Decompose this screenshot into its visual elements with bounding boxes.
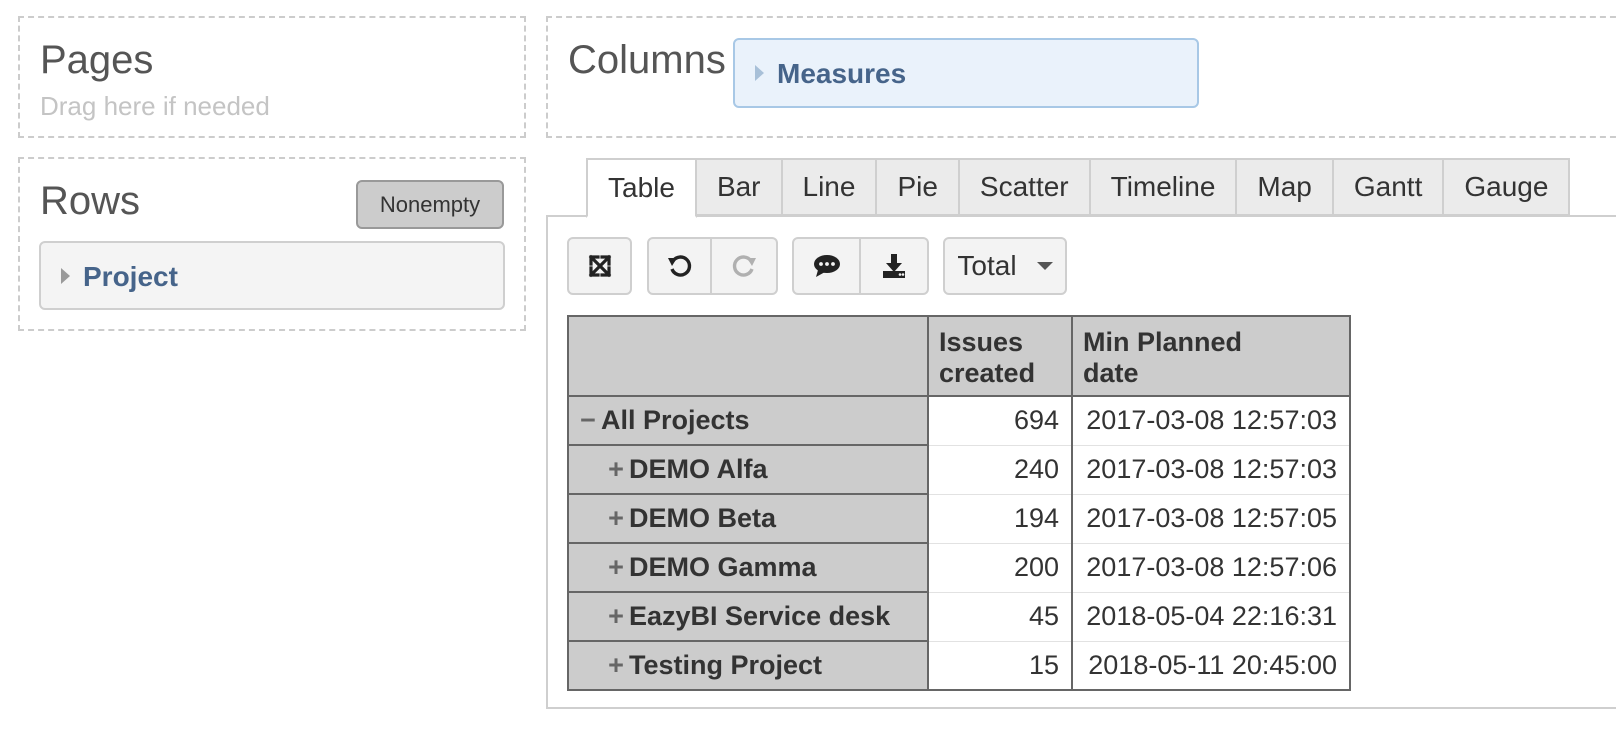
row-header[interactable]: + DEMO Beta — [567, 493, 929, 544]
header-min-planned-date[interactable]: Min Planned date — [1071, 315, 1351, 397]
table-row: + Testing Project 15 2018-05-11 20:45:00 — [567, 640, 1351, 691]
header-line: date — [1083, 358, 1139, 388]
measures-label: Measures — [777, 58, 907, 89]
expand-icon[interactable]: + — [605, 503, 627, 534]
pages-title: Pages — [40, 38, 154, 82]
nonempty-button[interactable]: Nonempty — [356, 180, 504, 229]
results-table: Issues created Min Planned date − All Pro… — [567, 315, 1351, 691]
issues-created-cell: 15 — [928, 641, 1073, 691]
expand-icon[interactable]: + — [605, 454, 627, 485]
comment-button[interactable] — [792, 237, 861, 295]
table-header-row: Issues created Min Planned date — [567, 315, 1351, 397]
tab-line[interactable]: Line — [782, 158, 878, 216]
issues-created-cell: 694 — [928, 396, 1073, 446]
total-dropdown[interactable]: Total — [943, 237, 1067, 295]
row-label: DEMO Beta — [629, 503, 777, 533]
table-row: + EazyBI Service desk 45 2018-05-04 22:16… — [567, 591, 1351, 642]
issues-created-cell: 240 — [928, 445, 1073, 495]
expand-arrow-icon[interactable] — [755, 65, 764, 81]
fullscreen-icon — [588, 254, 611, 278]
tab-pie[interactable]: Pie — [877, 158, 960, 216]
project-label: Project — [83, 261, 178, 292]
redo-icon — [732, 255, 756, 277]
pages-panel[interactable]: Pages Drag here if needed — [18, 16, 526, 138]
columns-panel[interactable]: Columns Measures — [546, 16, 1616, 138]
chevron-down-icon — [1036, 262, 1053, 270]
tab-map[interactable]: Map — [1237, 158, 1334, 216]
header-line: Min Planned — [1083, 327, 1243, 357]
comment-icon — [813, 255, 840, 277]
row-header[interactable]: + Testing Project — [567, 640, 929, 691]
undo-button[interactable] — [647, 237, 712, 295]
tab-gauge[interactable]: Gauge — [1444, 158, 1571, 216]
row-header[interactable]: − All Projects — [567, 395, 929, 446]
expand-icon[interactable]: + — [605, 650, 627, 681]
redo-button[interactable] — [712, 237, 778, 295]
export-button[interactable] — [861, 237, 929, 295]
min-planned-date-cell: 2018-05-04 22:16:31 — [1072, 592, 1351, 642]
measures-dimension[interactable]: Measures — [733, 38, 1199, 108]
issues-created-cell: 45 — [928, 592, 1073, 642]
row-header[interactable]: + DEMO Alfa — [567, 444, 929, 495]
tab-gantt[interactable]: Gantt — [1333, 158, 1445, 216]
min-planned-date-cell: 2017-03-08 12:57:03 — [1072, 396, 1351, 446]
view-tabs: Table Bar Line Pie Scatter Timeline Map … — [586, 158, 1571, 218]
row-label: All Projects — [601, 405, 750, 435]
tab-bar[interactable]: Bar — [696, 158, 783, 216]
tab-scatter[interactable]: Scatter — [959, 158, 1091, 216]
total-label: Total — [957, 250, 1017, 281]
fullscreen-button[interactable] — [567, 237, 632, 295]
tab-table[interactable]: Table — [586, 158, 697, 218]
header-issues-created[interactable]: Issues created — [927, 315, 1073, 397]
table-row: + DEMO Gamma 200 2017-03-08 12:57:06 — [567, 542, 1351, 593]
download-icon — [883, 254, 905, 278]
row-header[interactable]: + DEMO Gamma — [567, 542, 929, 593]
row-label: DEMO Alfa — [629, 454, 768, 484]
columns-title: Columns — [568, 38, 726, 82]
project-dimension[interactable]: Project — [39, 241, 505, 310]
row-header[interactable]: + EazyBI Service desk — [567, 591, 929, 642]
header-line: Issues — [939, 327, 1024, 357]
header-line: created — [939, 358, 1036, 388]
row-label: Testing Project — [629, 650, 823, 680]
min-planned-date-cell: 2017-03-08 12:57:06 — [1072, 543, 1351, 593]
table-row: − All Projects 694 2017-03-08 12:57:03 — [567, 395, 1351, 446]
min-planned-date-cell: 2018-05-11 20:45:00 — [1072, 641, 1351, 691]
rows-title: Rows — [40, 179, 141, 223]
expand-icon[interactable]: + — [605, 552, 627, 583]
issues-created-cell: 194 — [928, 494, 1073, 544]
corner-header — [567, 315, 929, 397]
pages-drop-hint: Drag here if needed — [40, 91, 270, 121]
collapse-icon[interactable]: − — [577, 405, 599, 436]
min-planned-date-cell: 2017-03-08 12:57:03 — [1072, 445, 1351, 495]
undo-icon — [667, 255, 691, 277]
expand-icon[interactable]: + — [605, 601, 627, 632]
expand-arrow-icon[interactable] — [61, 268, 70, 284]
row-label: EazyBI Service desk — [629, 601, 891, 631]
issues-created-cell: 200 — [928, 543, 1073, 593]
tab-timeline[interactable]: Timeline — [1090, 158, 1238, 216]
min-planned-date-cell: 2017-03-08 12:57:05 — [1072, 494, 1351, 544]
table-row: + DEMO Alfa 240 2017-03-08 12:57:03 — [567, 444, 1351, 495]
row-label: DEMO Gamma — [629, 552, 817, 582]
table-row: + DEMO Beta 194 2017-03-08 12:57:05 — [567, 493, 1351, 544]
